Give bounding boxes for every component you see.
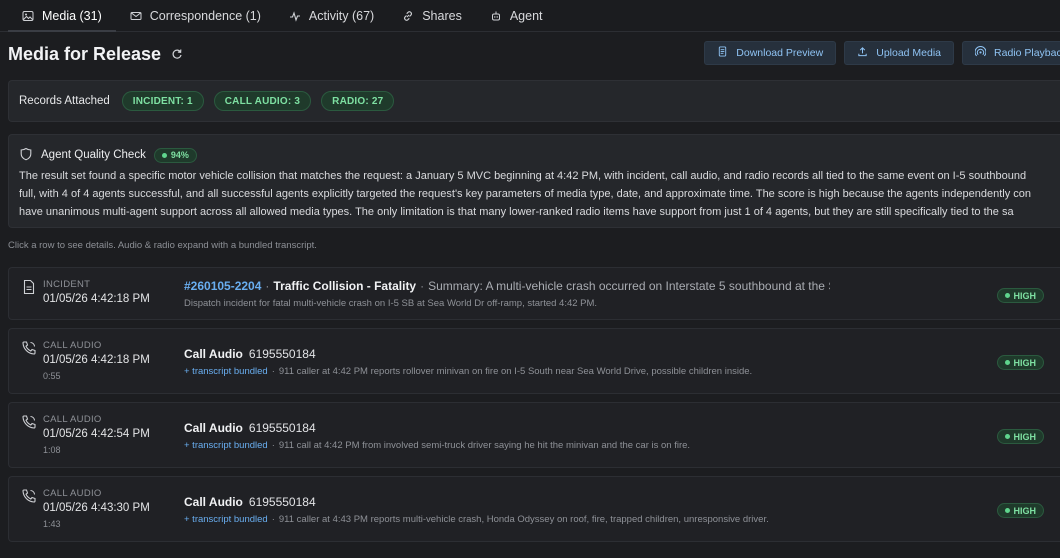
- media-row-call-audio[interactable]: CALL AUDIO 01/05/26 4:42:54 PM 1:08 Call…: [8, 402, 1060, 468]
- download-preview-button[interactable]: Download Preview: [704, 41, 837, 65]
- phone-icon: [21, 488, 37, 504]
- row-title: Call Audio: [184, 421, 243, 435]
- call-audio-count-badge: CALL AUDIO: 3: [213, 91, 312, 111]
- row-duration: 1:08: [43, 445, 61, 455]
- row-timestamp: 01/05/26 4:42:54 PM: [43, 428, 150, 440]
- tab-correspondence[interactable]: Correspondence (1): [116, 0, 275, 31]
- radio-count-badge: RADIO: 27: [321, 91, 395, 111]
- row-timestamp: 01/05/26 4:42:18 PM: [43, 293, 150, 305]
- row-phone: 6195550184: [248, 495, 316, 509]
- records-attached-label: Records Attached: [19, 95, 110, 107]
- status-dot-icon: [161, 152, 167, 158]
- row-kind: CALL AUDIO: [43, 340, 102, 351]
- row-duration: 1:43: [43, 519, 61, 529]
- row-kind: CALL AUDIO: [43, 414, 102, 425]
- row-timestamp: 01/05/26 4:43:30 PM: [43, 502, 150, 514]
- refresh-icon[interactable]: [171, 48, 183, 60]
- tab-label: Activity (67): [308, 8, 375, 23]
- quality-line: full, with 4 of 4 agents successful, and…: [19, 188, 1032, 200]
- row-detail: 911 caller at 4:42 PM reports rollover m…: [278, 366, 753, 377]
- bot-icon: [490, 10, 502, 22]
- row-duration: 0:55: [43, 371, 61, 381]
- tab-shares[interactable]: Shares: [388, 0, 476, 31]
- tab-media[interactable]: Media (31): [8, 0, 116, 32]
- tab-label: Correspondence (1): [149, 8, 261, 23]
- phone-icon: [21, 414, 37, 430]
- page-title: Media for Release: [8, 43, 162, 64]
- phone-icon: [21, 340, 37, 356]
- media-row-call-audio[interactable]: CALL AUDIO 01/05/26 4:42:18 PM 0:55 Call…: [8, 328, 1060, 394]
- image-icon: [22, 10, 34, 22]
- row-content: Call Audio 6195550184 + transcript bundle…: [184, 347, 753, 377]
- upload-media-button[interactable]: Upload Media: [844, 41, 955, 65]
- upload-icon: [857, 46, 868, 60]
- document-icon: [21, 279, 37, 295]
- relevance-badge: HIGH: [996, 288, 1044, 303]
- tab-label: Agent: [509, 8, 543, 23]
- row-kind: INCIDENT: [43, 279, 91, 290]
- share-icon: [402, 10, 414, 22]
- row-content: Call Audio 6195550184 + transcript bundle…: [184, 421, 691, 451]
- row-detail: Dispatch incident for fatal multi-vehicl…: [184, 298, 598, 309]
- quality-score-badge: 94%: [153, 147, 197, 163]
- tab-activity[interactable]: Activity (67): [275, 0, 388, 31]
- quality-line: The result set found a specific motor ve…: [19, 170, 1027, 182]
- row-timestamp: 01/05/26 4:42:18 PM: [43, 354, 150, 366]
- media-row-incident[interactable]: INCIDENT 01/05/26 4:42:18 PM #260105-220…: [8, 267, 1060, 320]
- tab-label: Media (31): [42, 8, 102, 23]
- radio-playback-button[interactable]: Radio Playback: [962, 41, 1060, 65]
- file-icon: [717, 46, 728, 60]
- relevance-badge: HIGH: [996, 503, 1044, 518]
- row-title: Traffic Collision - Fatality: [273, 279, 417, 293]
- row-phone: 6195550184: [248, 347, 316, 361]
- row-summary: Summary: A multi-vehicle crash occurred …: [428, 279, 830, 293]
- mail-icon: [130, 10, 142, 22]
- agent-quality-panel: Agent Quality Check 94% The result set f…: [8, 134, 1060, 228]
- row-detail: 911 call at 4:42 PM from involved semi-t…: [278, 440, 691, 451]
- upload-media-label: Upload Media: [876, 47, 942, 59]
- tab-bar: Media (31) Correspondence (1) Activity (…: [0, 0, 1060, 32]
- incident-id-link[interactable]: #260105-2204: [184, 279, 261, 293]
- row-phone: 6195550184: [248, 421, 316, 435]
- row-title: Call Audio: [184, 495, 243, 509]
- relevance-badge: HIGH: [996, 429, 1044, 444]
- quality-summary: The result set found a specific motor ve…: [19, 167, 1060, 221]
- quality-title: Agent Quality Check: [41, 149, 146, 161]
- incident-count-badge: INCIDENT: 1: [121, 91, 204, 111]
- helper-text: Click a row to see details. Audio & radi…: [8, 240, 317, 251]
- transcript-bundled-link[interactable]: + transcript bundled: [184, 514, 268, 525]
- transcript-bundled-link[interactable]: + transcript bundled: [184, 440, 268, 451]
- activity-icon: [289, 10, 301, 22]
- tab-label: Shares: [422, 8, 462, 23]
- radio-playback-label: Radio Playback: [994, 47, 1060, 59]
- row-kind: CALL AUDIO: [43, 488, 102, 499]
- page-header: Media for Release Download Preview Uploa…: [8, 40, 1060, 68]
- media-row-call-audio[interactable]: CALL AUDIO 01/05/26 4:43:30 PM 1:43 Call…: [8, 476, 1060, 542]
- row-title: Call Audio: [184, 347, 243, 361]
- tab-agent[interactable]: Agent: [476, 0, 557, 31]
- relevance-badge: HIGH: [996, 355, 1044, 370]
- records-attached-panel: Records Attached INCIDENT: 1 CALL AUDIO:…: [8, 80, 1060, 122]
- row-content: Call Audio 6195550184 + transcript bundle…: [184, 495, 769, 525]
- shield-check-icon: [19, 147, 33, 164]
- download-preview-label: Download Preview: [736, 47, 824, 59]
- row-detail: 911 caller at 4:43 PM reports multi-vehi…: [278, 514, 769, 525]
- row-content: #260105-2204 · Traffic Collision - Fatalit…: [184, 279, 830, 309]
- quality-line: have unanimous multi-agent support acros…: [19, 206, 1014, 218]
- transcript-bundled-link[interactable]: + transcript bundled: [184, 366, 268, 377]
- header-actions: Download Preview Upload Media Radio Play…: [704, 41, 1060, 65]
- radio-icon: [974, 45, 987, 60]
- quality-score: 94%: [170, 150, 189, 160]
